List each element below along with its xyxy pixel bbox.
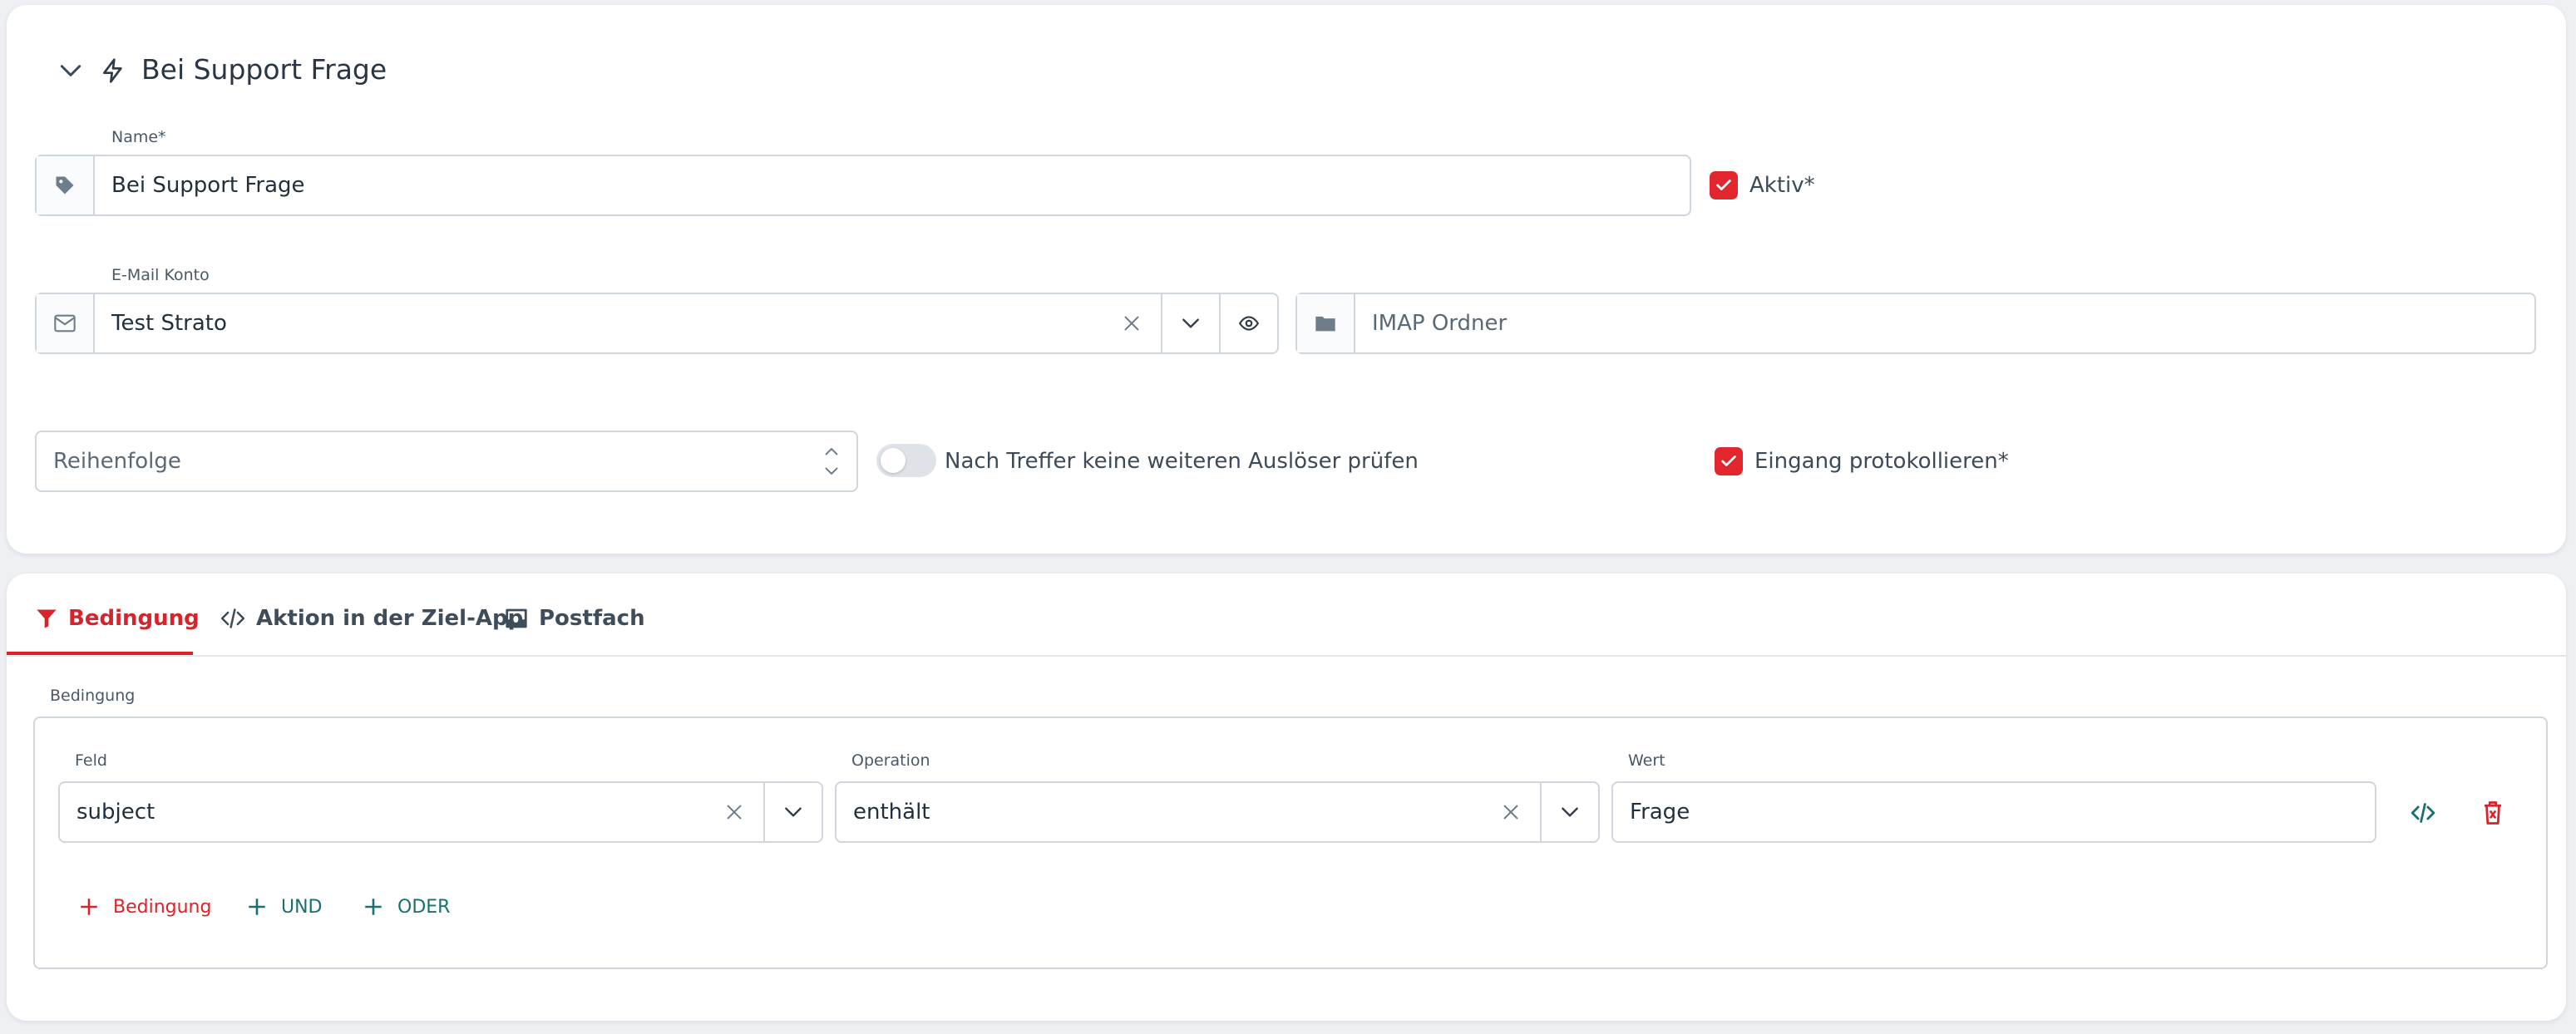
close-icon [1503,805,1518,820]
condition-group-label: Bedingung [50,687,136,705]
name-label: Name* [111,128,166,146]
imap-folder-input[interactable]: IMAP Ordner [1355,294,2534,352]
imap-folder-field[interactable]: IMAP Ordner [1295,293,2536,354]
bolt-icon [96,50,130,91]
order-input[interactable]: Reihenfolge [37,432,807,490]
tab-divider [7,655,2566,657]
eye-icon [1238,316,1260,331]
trigger-settings-card: Bei Support Frage Name* Bei Support Frag… [7,5,2566,554]
add-and-button[interactable]: UND [246,896,323,918]
filter-icon [37,609,57,628]
chevron-up-icon[interactable] [824,446,839,456]
value-input[interactable]: Frage [1613,783,2375,841]
chevron-down-icon [1562,807,1578,817]
code-icon [2411,803,2435,823]
operation-select-value: enthält [853,800,930,825]
inbox-icon [506,608,527,628]
tab-condition[interactable]: Bedingung [35,595,200,642]
active-label: Aktiv* [1749,173,1815,198]
code-editor-button[interactable] [2403,795,2443,831]
order-spinner[interactable] [807,432,856,490]
view-email-account-button[interactable] [1219,294,1277,352]
operation-label: Operation [851,751,930,770]
plus-icon [365,899,382,915]
chevron-down-icon [1182,318,1199,328]
email-account-dropdown-button[interactable] [1161,294,1219,352]
clear-email-account-button[interactable] [1103,294,1161,352]
email-account-select[interactable]: Test Strato [35,293,1279,354]
name-input[interactable]: Bei Support Frage [95,156,1690,214]
add-or-button[interactable]: ODER [363,896,450,918]
value-label: Wert [1628,751,1666,770]
operation-select[interactable]: enthält [835,781,1600,843]
close-icon [727,805,742,820]
field-dropdown-button[interactable] [763,783,822,841]
collapse-toggle[interactable] [50,50,91,91]
close-icon [1124,316,1139,331]
log-incoming-checkbox[interactable] [1715,447,1743,475]
plus-icon [249,899,265,915]
tag-icon [37,156,95,214]
plus-icon [81,899,97,915]
operation-dropdown-button[interactable] [1540,783,1598,841]
tab-action-label: Aktion in der Ziel-App [256,606,524,631]
chevron-down-icon [785,807,802,817]
name-field[interactable]: Bei Support Frage [35,155,1691,216]
field-label: Feld [75,751,107,770]
add-and-label: UND [281,896,323,918]
tab-condition-label: Bedingung [68,606,200,631]
check-icon [1721,455,1736,466]
toggle-knob [881,448,906,473]
field-select-value: subject [76,800,155,825]
clear-field-button[interactable] [705,783,763,841]
value-field[interactable]: Frage [1611,781,2376,843]
trash-icon [2485,801,2501,825]
field-select[interactable]: subject [58,781,823,843]
add-condition-label: Bedingung [113,896,212,918]
active-checkbox[interactable] [1710,171,1738,199]
chevron-down-icon[interactable] [824,466,839,476]
mail-icon [37,294,95,352]
email-account-value: Test Strato [111,311,227,336]
delete-condition-button[interactable] [2473,795,2513,831]
clear-operation-button[interactable] [1482,783,1540,841]
stop-after-match-label: Nach Treffer keine weiteren Auslöser prü… [945,449,1419,474]
stop-after-match-toggle[interactable] [876,444,936,477]
tab-mailbox-label: Postfach [539,606,645,631]
log-incoming-label: Eingang protokollieren* [1754,449,2009,474]
order-field[interactable]: Reihenfolge [35,431,858,492]
folder-icon [1297,294,1355,352]
tab-action[interactable]: Aktion in der Ziel-App [220,595,523,642]
chevron-down-icon [60,65,81,76]
page-title: Bei Support Frage [141,53,387,86]
check-icon [1716,180,1731,190]
email-account-label: E-Mail Konto [111,266,210,284]
code-icon [220,608,245,628]
tab-mailbox[interactable]: Postfach [504,595,645,642]
condition-group: Feld subject Operation enthält Wert Frag… [33,716,2548,969]
add-condition-button[interactable]: Bedingung [78,896,211,918]
condition-card: Bedingung Aktion in der Ziel-App Postfac… [7,574,2566,1021]
add-or-label: ODER [397,896,451,918]
